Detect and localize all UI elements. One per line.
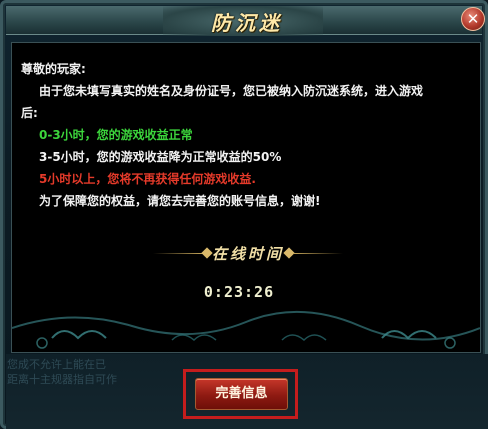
notice-message: 尊敬的玩家: 由于您未填写真实的姓名及身份证号，您已被纳入防沉迷系统，进入游戏 … xyxy=(21,58,473,212)
cloud-ornament xyxy=(12,310,480,349)
tier-none-text: 5小时以上，您将不再获得任何游戏收益. xyxy=(39,172,256,186)
complete-info-button[interactable]: 完善信息 xyxy=(195,378,288,410)
divider-right xyxy=(293,253,343,254)
greeting-text: 尊敬的玩家: xyxy=(21,62,86,76)
notice-line-1: 由于您未填写真实的姓名及身份证号，您已被纳入防沉迷系统，进入游戏 xyxy=(39,84,424,98)
tier-reduced-text: 3-5小时，您的游戏收益降为正常收益的50% xyxy=(39,150,282,164)
online-time-label: 在线时间 xyxy=(211,245,284,263)
dialog-title: 防沉迷 xyxy=(211,11,283,35)
close-button[interactable]: ✕ xyxy=(461,7,485,31)
background-text: 您成不允许上能在已 距离十主规器指自可作 xyxy=(7,357,117,387)
close-icon: ✕ xyxy=(466,10,480,28)
tier-normal-text: 0-3小时，您的游戏收益正常 xyxy=(39,128,193,142)
online-time-header: 在线时间 xyxy=(153,240,343,268)
notice-line-2: 后: xyxy=(21,106,38,120)
background-text-line-1: 您成不允许上能在已 xyxy=(7,358,106,371)
closing-text: 为了保障您的权益，请您去完善您的账号信息，谢谢! xyxy=(39,194,321,208)
background-text-line-2: 距离十主规器指自可作 xyxy=(7,373,117,386)
anti-addiction-dialog: 防沉迷 ✕ 尊敬的玩家: 由于您未填写真实的姓名及身份证号，您已被纳入防沉迷系统… xyxy=(0,0,488,429)
